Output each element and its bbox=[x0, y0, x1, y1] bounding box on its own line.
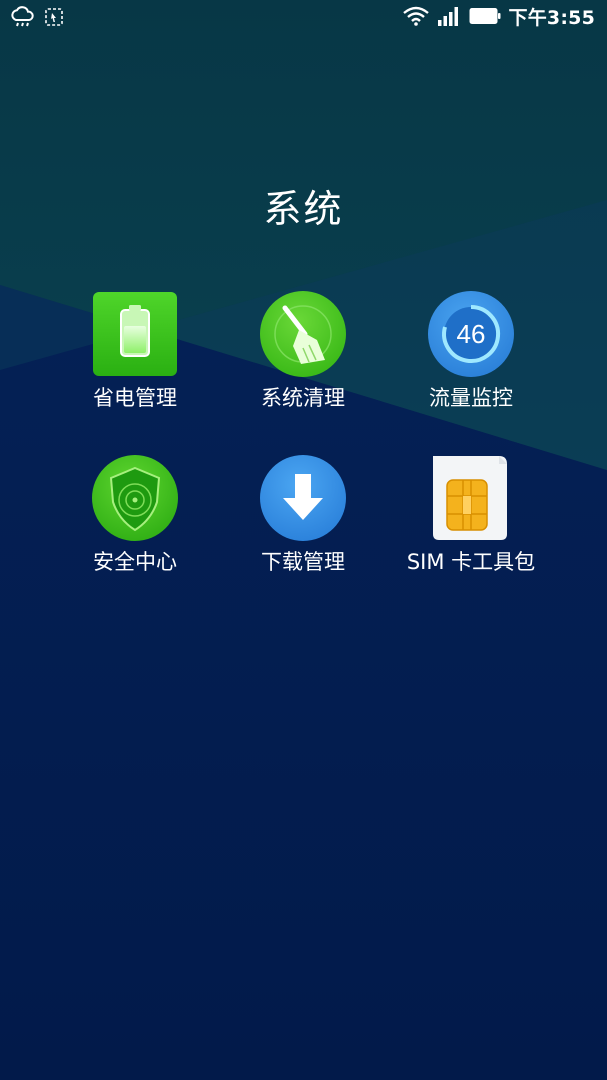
download-arrow-icon bbox=[218, 454, 388, 542]
data-usage-badge: 46 bbox=[457, 319, 486, 349]
app-security-center[interactable]: 安全中心 bbox=[50, 454, 220, 576]
app-battery-saver[interactable]: 省电管理 bbox=[50, 290, 220, 412]
status-bar: 下午3:55 bbox=[0, 0, 607, 38]
signal-icon bbox=[437, 6, 461, 30]
sim-card-icon bbox=[386, 454, 556, 542]
status-right-icons: 下午3:55 bbox=[402, 5, 595, 31]
screenshot-icon bbox=[44, 7, 64, 31]
folder-title: 系统 bbox=[263, 187, 344, 231]
data-usage-icon: 46 bbox=[386, 290, 556, 378]
app-label: 省电管理 bbox=[93, 386, 177, 410]
app-label: 安全中心 bbox=[93, 550, 177, 574]
app-label: 系统清理 bbox=[261, 386, 345, 410]
weather-cloud-icon bbox=[10, 6, 36, 32]
app-sim-toolkit[interactable]: SIM 卡工具包 bbox=[386, 454, 556, 576]
wifi-icon bbox=[402, 6, 429, 30]
app-label: 流量监控 bbox=[429, 386, 513, 410]
shield-icon bbox=[50, 454, 220, 542]
battery-icon bbox=[469, 7, 501, 29]
app-data-monitor[interactable]: 46 流量监控 bbox=[386, 290, 556, 412]
status-left-icons bbox=[10, 6, 64, 32]
app-label: SIM 卡工具包 bbox=[406, 550, 536, 574]
app-label: 下载管理 bbox=[261, 550, 345, 574]
app-download-manager[interactable]: 下载管理 bbox=[218, 454, 388, 576]
broom-icon bbox=[218, 290, 388, 378]
battery-saver-icon bbox=[50, 290, 220, 378]
app-system-cleanup[interactable]: 系统清理 bbox=[218, 290, 388, 412]
status-time: 下午3:55 bbox=[508, 7, 595, 29]
